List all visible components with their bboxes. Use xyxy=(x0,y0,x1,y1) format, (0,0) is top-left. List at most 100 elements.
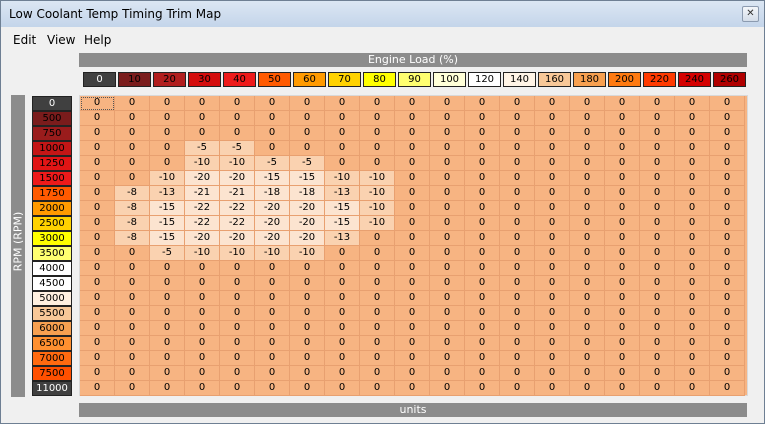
table-cell[interactable]: 0 xyxy=(640,276,675,291)
table-cell[interactable]: -15 xyxy=(290,171,325,186)
table-cell[interactable]: 0 xyxy=(255,261,290,276)
table-cell[interactable]: -8 xyxy=(115,231,150,246)
table-cell[interactable]: 0 xyxy=(430,231,465,246)
table-cell[interactable]: 0 xyxy=(675,141,710,156)
row-header[interactable]: 500 xyxy=(32,111,72,126)
table-cell[interactable]: 0 xyxy=(535,306,570,321)
table-cell[interactable]: 0 xyxy=(360,96,395,111)
table-cell[interactable]: 0 xyxy=(500,111,535,126)
title-bar[interactable]: Low Coolant Temp Timing Trim Map ✕ xyxy=(1,1,764,27)
table-cell[interactable]: 0 xyxy=(80,156,115,171)
table-cell[interactable]: 0 xyxy=(500,201,535,216)
table-cell[interactable]: 0 xyxy=(185,351,220,366)
column-header[interactable]: 60 xyxy=(293,72,326,87)
table-cell[interactable]: 0 xyxy=(640,171,675,186)
table-cell[interactable]: -5 xyxy=(255,156,290,171)
table-cell[interactable]: 0 xyxy=(570,186,605,201)
table-cell[interactable]: 0 xyxy=(570,366,605,381)
table-cell[interactable]: 0 xyxy=(710,216,745,231)
table-cell[interactable]: 0 xyxy=(80,111,115,126)
table-cell[interactable]: 0 xyxy=(535,216,570,231)
table-cell[interactable]: 0 xyxy=(255,336,290,351)
table-cell[interactable]: 0 xyxy=(430,186,465,201)
table-cell[interactable]: 0 xyxy=(640,291,675,306)
table-cell[interactable]: 0 xyxy=(255,276,290,291)
table-cell[interactable]: 0 xyxy=(395,201,430,216)
table-cell[interactable]: 0 xyxy=(185,126,220,141)
table-cell[interactable]: 0 xyxy=(605,201,640,216)
table-cell[interactable]: 0 xyxy=(290,306,325,321)
table-cell[interactable]: -8 xyxy=(115,186,150,201)
table-cell[interactable]: 0 xyxy=(80,336,115,351)
table-cell[interactable]: -15 xyxy=(325,216,360,231)
table-cell[interactable]: 0 xyxy=(605,291,640,306)
table-cell[interactable]: 0 xyxy=(290,291,325,306)
table-cell[interactable]: 0 xyxy=(605,96,640,111)
table-cell[interactable]: 0 xyxy=(325,336,360,351)
table-cell[interactable]: 0 xyxy=(360,351,395,366)
table-cell[interactable]: 0 xyxy=(710,291,745,306)
table-cell[interactable]: 0 xyxy=(500,231,535,246)
table-cell[interactable]: 0 xyxy=(395,141,430,156)
table-cell[interactable]: 0 xyxy=(640,246,675,261)
table-cell[interactable]: -18 xyxy=(255,186,290,201)
table-cell[interactable]: 0 xyxy=(710,321,745,336)
table-cell[interactable]: -10 xyxy=(185,156,220,171)
table-cell[interactable]: 0 xyxy=(640,366,675,381)
table-cell[interactable]: 0 xyxy=(605,111,640,126)
column-header[interactable]: 180 xyxy=(573,72,606,87)
table-cell[interactable]: 0 xyxy=(605,156,640,171)
table-cell[interactable]: 0 xyxy=(325,381,360,396)
table-cell[interactable]: 0 xyxy=(325,111,360,126)
table-cell[interactable]: 0 xyxy=(395,306,430,321)
table-cell[interactable]: 0 xyxy=(185,336,220,351)
table-cell[interactable]: 0 xyxy=(325,351,360,366)
table-cell[interactable]: 0 xyxy=(150,291,185,306)
table-cell[interactable]: 0 xyxy=(325,246,360,261)
table-cell[interactable]: 0 xyxy=(360,276,395,291)
column-header[interactable]: 0 xyxy=(83,72,116,87)
table-cell[interactable]: 0 xyxy=(255,306,290,321)
table-cell[interactable]: 0 xyxy=(395,291,430,306)
table-cell[interactable]: 0 xyxy=(605,126,640,141)
table-cell[interactable]: 0 xyxy=(675,246,710,261)
table-cell[interactable]: 0 xyxy=(535,186,570,201)
row-header[interactable]: 6000 xyxy=(32,321,72,336)
table-cell[interactable]: 0 xyxy=(535,276,570,291)
table-cell[interactable]: 0 xyxy=(80,141,115,156)
column-header[interactable]: 40 xyxy=(223,72,256,87)
table-cell[interactable]: 0 xyxy=(255,321,290,336)
table-cell[interactable]: 0 xyxy=(80,126,115,141)
table-cell[interactable]: -13 xyxy=(325,186,360,201)
row-header[interactable]: 7000 xyxy=(32,351,72,366)
table-cell[interactable]: 0 xyxy=(465,216,500,231)
table-cell[interactable]: 0 xyxy=(395,381,430,396)
table-cell[interactable]: 0 xyxy=(325,141,360,156)
table-cell[interactable]: 0 xyxy=(500,366,535,381)
table-cell[interactable]: -5 xyxy=(185,141,220,156)
table-cell[interactable]: 0 xyxy=(535,366,570,381)
row-header[interactable]: 1750 xyxy=(32,186,72,201)
table-cell[interactable]: 0 xyxy=(570,276,605,291)
table-cell[interactable]: 0 xyxy=(290,141,325,156)
table-cell[interactable]: 0 xyxy=(605,186,640,201)
table-cell[interactable]: -20 xyxy=(290,216,325,231)
table-cell[interactable]: 0 xyxy=(675,321,710,336)
table-cell[interactable]: 0 xyxy=(570,156,605,171)
table-cell[interactable]: 0 xyxy=(675,216,710,231)
table-cell[interactable]: 0 xyxy=(290,126,325,141)
menu-help[interactable]: Help xyxy=(84,33,111,47)
table-cell[interactable]: 0 xyxy=(255,126,290,141)
table-cell[interactable]: 0 xyxy=(220,261,255,276)
table-cell[interactable]: 0 xyxy=(115,96,150,111)
table-cell[interactable]: 0 xyxy=(710,306,745,321)
table-cell[interactable]: 0 xyxy=(290,96,325,111)
table-cell[interactable]: -13 xyxy=(325,231,360,246)
table-cell[interactable]: 0 xyxy=(360,366,395,381)
table-cell[interactable]: 0 xyxy=(360,231,395,246)
table-cell[interactable]: 0 xyxy=(150,336,185,351)
table-cell[interactable]: 0 xyxy=(465,246,500,261)
table-cell[interactable]: 0 xyxy=(710,231,745,246)
table-cell[interactable]: 0 xyxy=(465,156,500,171)
table-cell[interactable]: 0 xyxy=(465,231,500,246)
